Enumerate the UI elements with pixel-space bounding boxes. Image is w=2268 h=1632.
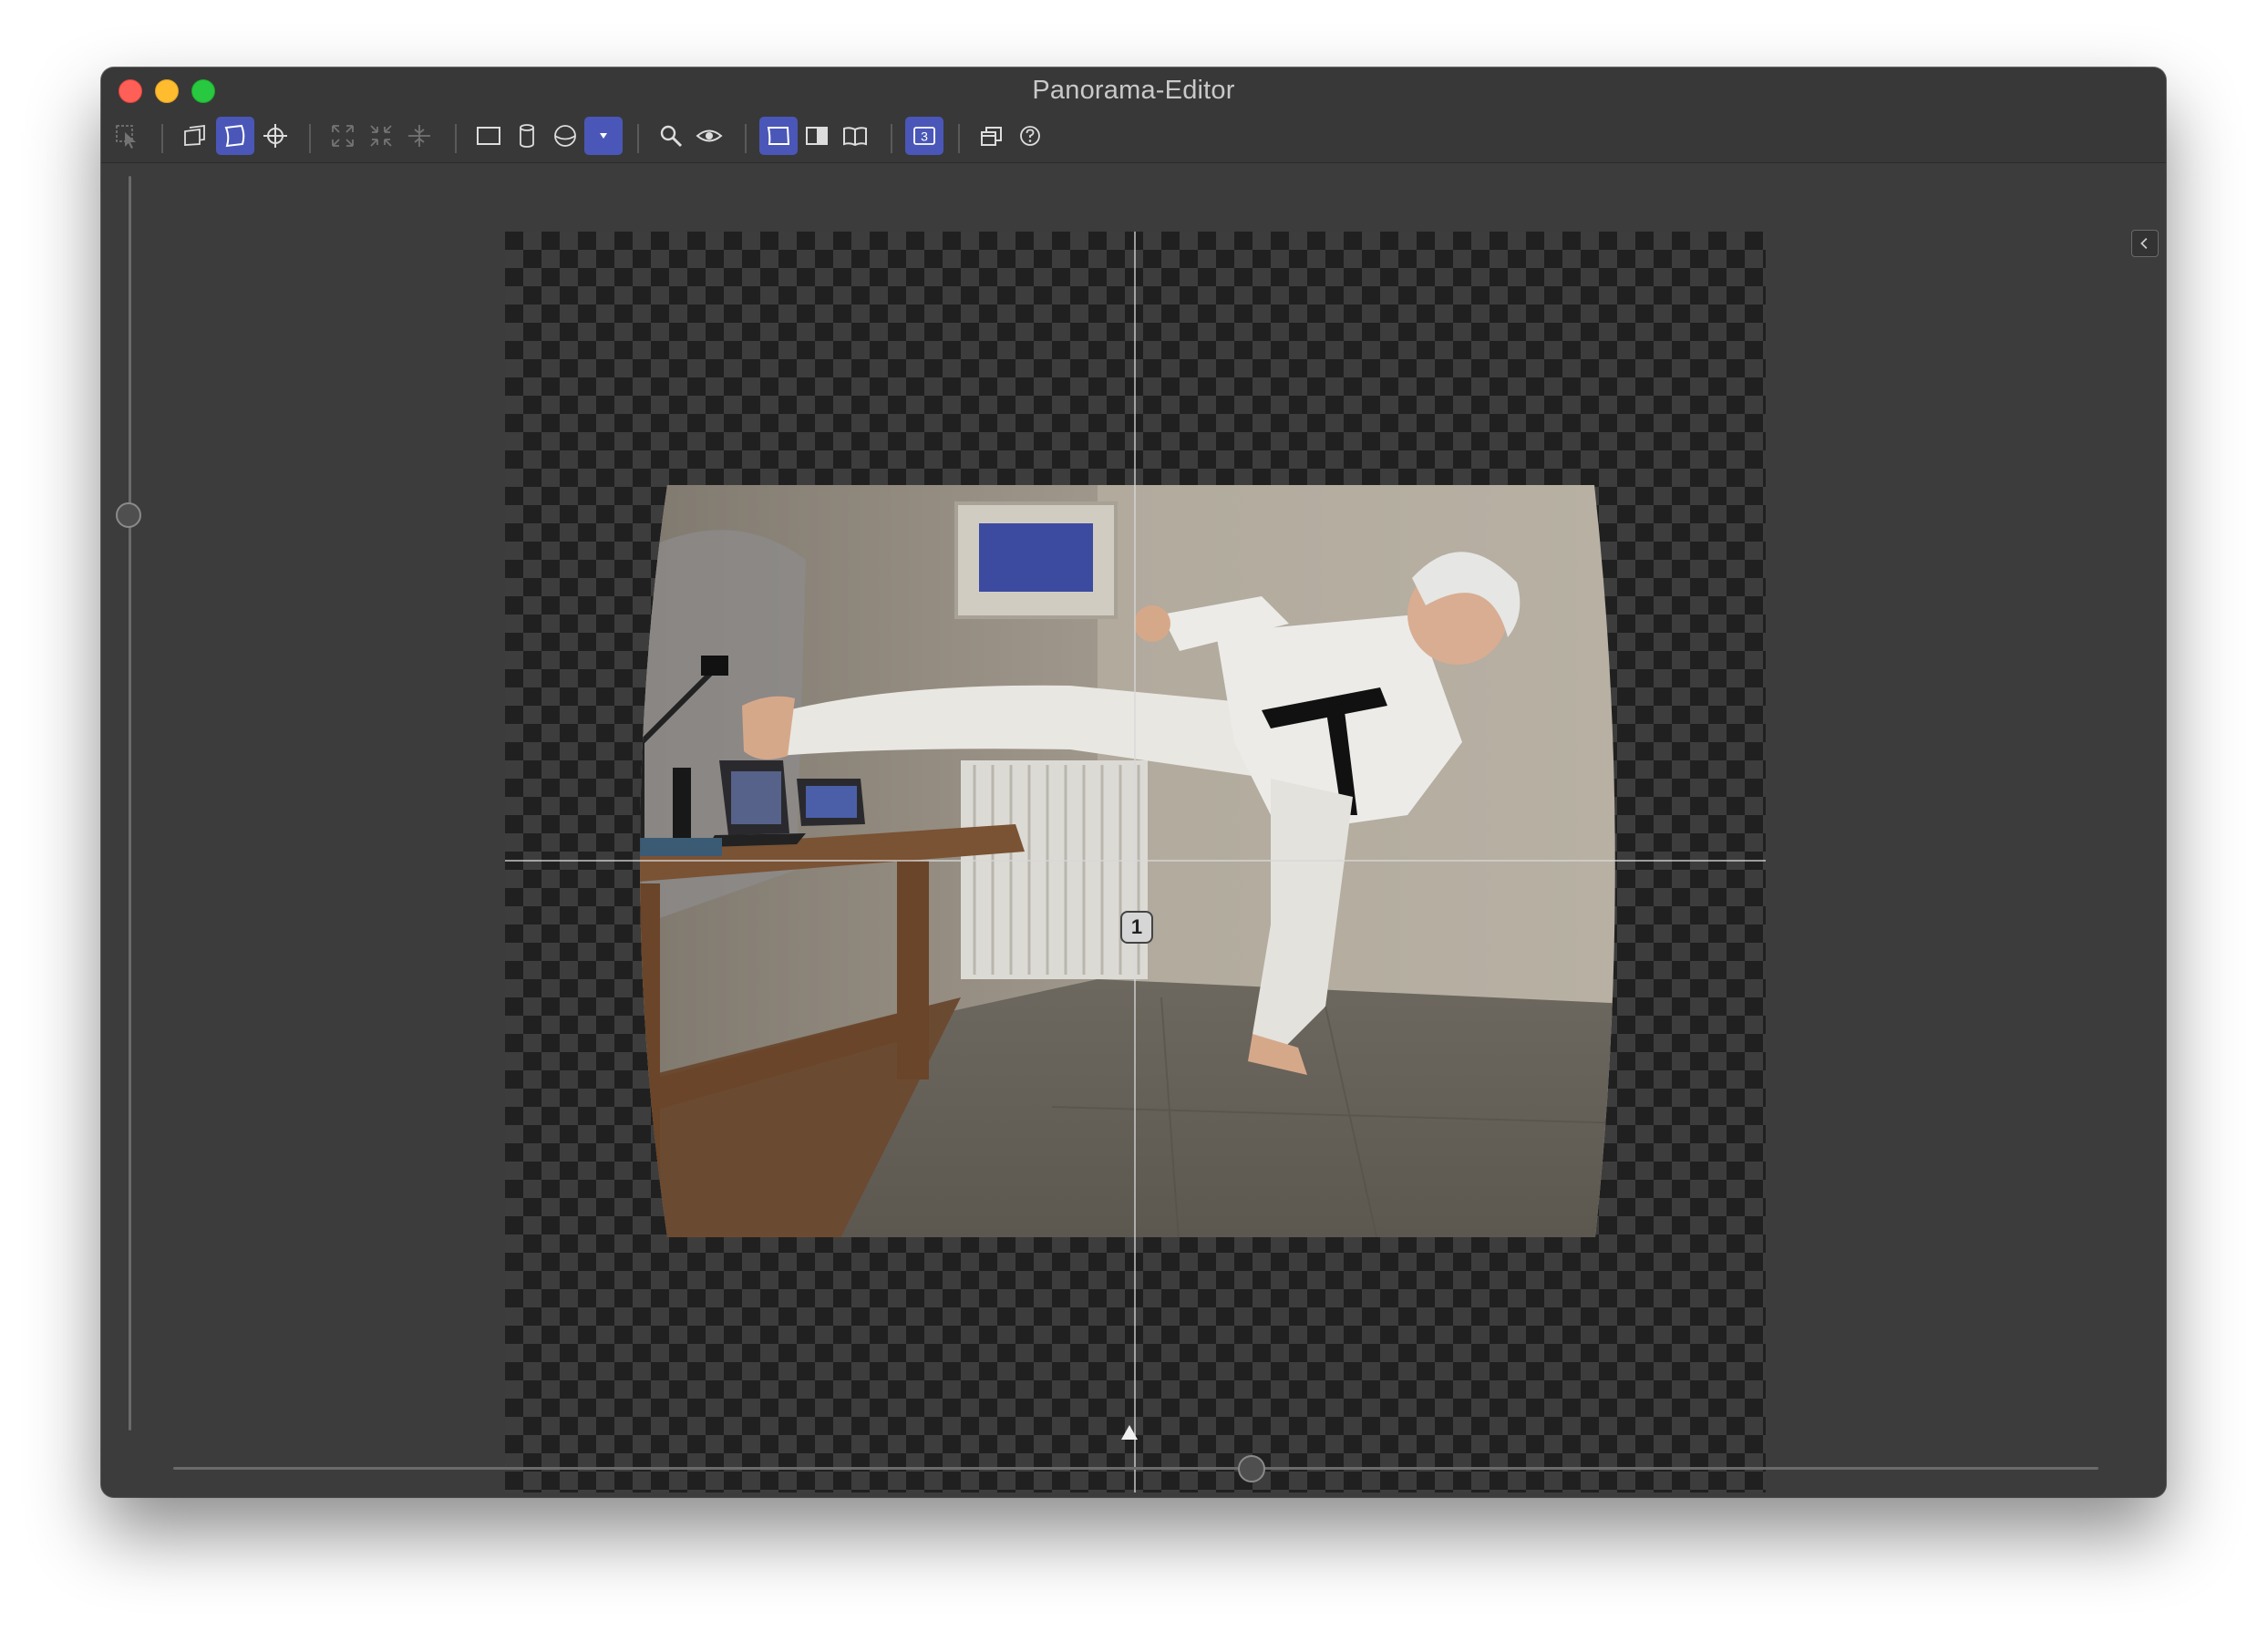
collapse-sidebar-button[interactable] <box>2131 230 2159 257</box>
panorama-canvas[interactable]: 1 <box>505 232 1766 1493</box>
help-icon <box>1020 126 1040 146</box>
align-center-icon <box>408 125 430 147</box>
horizontal-position-marker[interactable] <box>1121 1425 1138 1440</box>
expand-button[interactable] <box>324 117 362 155</box>
single-page-view-icon <box>767 127 790 145</box>
image-stack-button[interactable] <box>176 117 214 155</box>
collapse-button[interactable] <box>362 117 400 155</box>
spherical-projection-icon <box>554 125 576 147</box>
preview-eye-button[interactable] <box>690 117 728 155</box>
split-view-button[interactable] <box>798 117 836 155</box>
chevron-left-icon <box>2140 237 2148 250</box>
layers-button[interactable] <box>973 117 1011 155</box>
align-center-button[interactable] <box>400 117 438 155</box>
warp-tool-icon <box>224 124 245 148</box>
vertical-slider-thumb[interactable] <box>116 501 141 528</box>
image-count-badge-icon: 3 <box>913 127 935 145</box>
horizontal-slider-thumb[interactable] <box>1237 1455 1265 1482</box>
rectilinear-projection-button[interactable] <box>469 117 508 155</box>
zoom-button[interactable] <box>652 117 690 155</box>
crosshair-button[interactable] <box>256 117 294 155</box>
toolbar: 3 <box>101 115 2166 159</box>
image-stack-icon <box>184 124 205 146</box>
collapse-icon <box>370 125 392 147</box>
image-count-label: 3 <box>921 129 928 144</box>
layers-icon <box>981 127 1002 146</box>
window-title: Panorama-Editor <box>1032 76 1235 105</box>
zoom-icon <box>660 125 683 148</box>
book-view-button[interactable] <box>836 117 874 155</box>
projection-dropdown-icon <box>600 133 607 139</box>
crosshair-icon <box>263 124 287 148</box>
expand-icon <box>332 125 354 147</box>
rectilinear-projection-icon <box>477 127 500 145</box>
panorama-photo <box>505 232 1766 1493</box>
vertical-slider-track[interactable] <box>129 176 131 1431</box>
select-tool-button[interactable] <box>108 117 147 155</box>
spherical-projection-button[interactable] <box>546 117 584 155</box>
single-page-view-button[interactable] <box>759 117 798 155</box>
projection-dropdown-button[interactable] <box>584 117 623 155</box>
preview-eye-icon <box>696 129 723 142</box>
split-view-icon <box>806 127 828 145</box>
cylindrical-projection-icon <box>520 124 534 148</box>
warp-tool-button[interactable] <box>216 117 254 155</box>
image-count-button[interactable]: 3 <box>905 117 943 155</box>
select-tool-icon <box>116 125 136 149</box>
editor-content: 1 <box>101 163 2166 1497</box>
app-window: Panorama-Editor 3 1 <box>101 67 2166 1497</box>
help-button[interactable] <box>1011 117 1049 155</box>
title-bar: Panorama-Editor 3 <box>101 67 2166 163</box>
book-view-icon <box>843 127 867 147</box>
image-center-marker[interactable]: 1 <box>1120 911 1153 944</box>
horizontal-slider-track[interactable] <box>173 1467 2098 1470</box>
cylindrical-projection-button[interactable] <box>508 117 546 155</box>
